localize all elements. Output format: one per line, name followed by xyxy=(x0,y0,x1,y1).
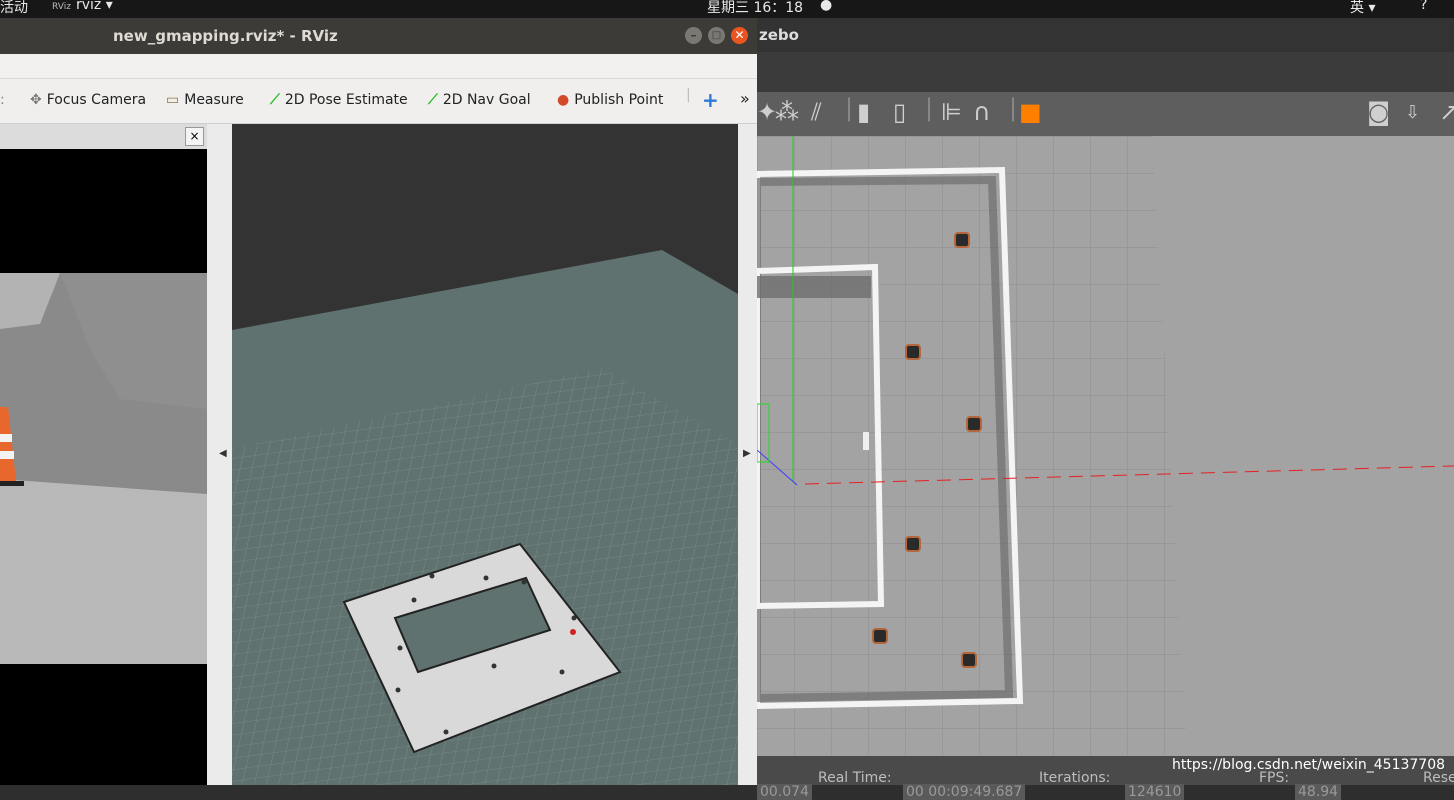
more-tools-button[interactable]: » xyxy=(740,89,750,108)
input-method-menu[interactable]: 英 ▾ xyxy=(1350,0,1375,17)
rviz-3d-view[interactable] xyxy=(232,124,738,785)
log-icon[interactable]: ⇩ xyxy=(1405,102,1420,123)
magnet-snap-icon[interactable]: ∩ xyxy=(973,98,991,126)
window-title: new_gmapping.rviz* - RViz xyxy=(113,27,338,45)
collapse-right-icon[interactable]: ▶ xyxy=(743,448,751,459)
screenshot-icon[interactable]: ◙ xyxy=(1367,98,1390,126)
snap-icon[interactable]: ⫽ xyxy=(811,98,822,126)
rviz-window: new_gmapping.rviz* - RViz – □ ✕ : ✥ Focus… xyxy=(0,18,757,785)
measure-icon: ▭ xyxy=(166,92,180,108)
close-panel-button[interactable]: × xyxy=(185,127,204,146)
publish-point-tool[interactable]: ● Publish Point xyxy=(557,92,663,108)
paste-icon[interactable]: ▯ xyxy=(893,98,906,126)
plot-icon[interactable]: ↗ xyxy=(1439,98,1454,126)
pose-estimate-icon: ⟋ xyxy=(270,92,280,108)
help-icon[interactable]: ? xyxy=(1420,0,1427,13)
right-panel-splitter[interactable]: ▶ xyxy=(738,124,757,785)
notification-dot-icon: ● xyxy=(820,0,833,13)
panel-splitter[interactable]: ◀ xyxy=(207,124,232,785)
maximize-button[interactable]: □ xyxy=(708,27,725,44)
toolbar-separator: | xyxy=(1009,94,1018,122)
pose-estimate-tool[interactable]: ⟋ 2D Pose Estimate xyxy=(270,92,408,108)
nav-goal-tool[interactable]: ⟋ 2D Nav Goal xyxy=(428,92,531,108)
pose-estimate-label: 2D Pose Estimate xyxy=(284,92,408,108)
publish-point-label: Publish Point xyxy=(574,92,664,108)
close-window-button[interactable]: ✕ xyxy=(731,27,748,44)
app-menu[interactable]: rviz ▾ xyxy=(76,0,113,13)
clock[interactable]: 星期三 16：18 xyxy=(707,0,803,17)
camera-image-render xyxy=(0,149,207,785)
nav-goal-icon: ⟋ xyxy=(428,92,438,108)
rviz-icon: RViz xyxy=(52,2,71,12)
gazebo-title: zebo xyxy=(759,26,799,44)
gazebo-menu-bar xyxy=(757,52,1454,92)
gazebo-world-render xyxy=(757,136,1454,756)
minimize-button[interactable]: – xyxy=(685,27,702,44)
copy-icon[interactable]: ▮ xyxy=(857,98,870,126)
rviz-title-bar[interactable]: new_gmapping.rviz* - RViz – □ ✕ xyxy=(0,18,757,54)
camera-image-view xyxy=(0,149,207,785)
gazebo-title-bar: zebo xyxy=(757,18,1454,52)
activities-button[interactable]: 活动 xyxy=(0,0,28,17)
measure-tool[interactable]: ▭ Measure xyxy=(166,92,244,108)
collapse-left-icon[interactable]: ◀ xyxy=(219,448,227,459)
rviz-scene-render xyxy=(232,124,738,785)
publish-point-icon: ● xyxy=(557,92,570,108)
csdn-watermark: https://blog.csdn.net/weixin_45137708 xyxy=(1172,757,1446,773)
previous-tool-fragment: : xyxy=(0,92,5,108)
real-time-label: Real Time: xyxy=(818,770,892,786)
gazebo-toolbar: ✦ ⁂ ⫽ | ▮ ▯ | ⊫ ∩ | ■ ◙ ⇩ ↗ xyxy=(757,92,1454,136)
system-top-bar: 活动 RViz rviz ▾ 星期三 16：18 ● 英 ▾ ? xyxy=(0,0,1454,18)
add-tool-button[interactable]: + xyxy=(702,88,719,112)
iterations-label: Iterations: xyxy=(1039,770,1111,786)
focus-camera-tool[interactable]: ✥ Focus Camera xyxy=(30,92,146,108)
camera-panel-header: × xyxy=(0,124,207,149)
rviz-menu-bar xyxy=(0,54,757,79)
focus-camera-icon: ✥ xyxy=(30,92,42,108)
view-angle-icon[interactable]: ■ xyxy=(1019,98,1042,126)
focus-camera-label: Focus Camera xyxy=(46,92,147,108)
measure-label: Measure xyxy=(184,92,244,108)
toolbar-separator: | xyxy=(686,87,691,103)
nav-goal-label: 2D Nav Goal xyxy=(442,92,531,108)
scale-icon[interactable]: ⁂ xyxy=(775,98,799,126)
align-icon[interactable]: ⊫ xyxy=(941,98,962,126)
toolbar-separator: | xyxy=(925,94,934,122)
toolbar-separator: | xyxy=(845,94,854,122)
gazebo-3d-scene[interactable] xyxy=(757,136,1454,756)
rviz-tools-toolbar: : ✥ Focus Camera ▭ Measure ⟋ 2D Pose Estima… xyxy=(0,79,757,124)
